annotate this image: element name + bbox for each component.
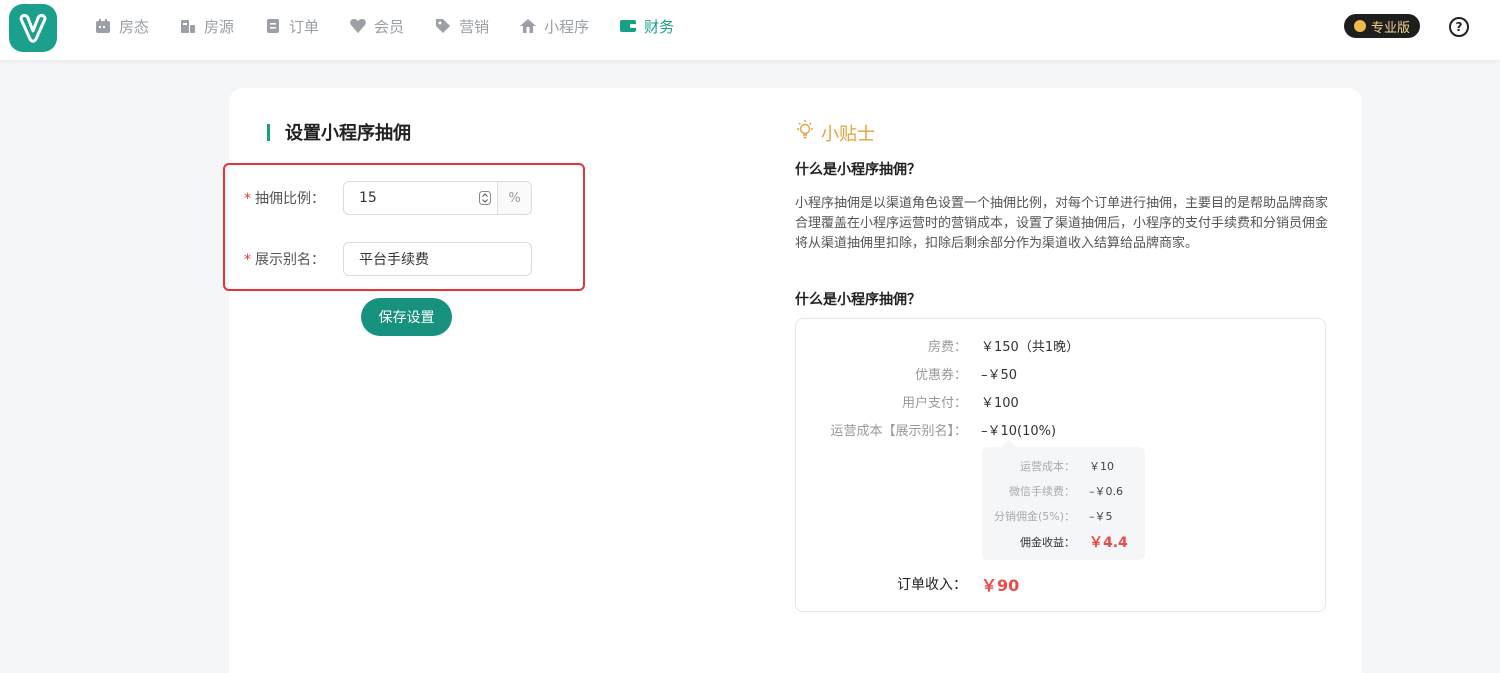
building-icon <box>179 17 197 35</box>
nav-item-room-status[interactable]: 房态 <box>94 16 149 37</box>
commission-rate-value: 15 <box>359 190 377 206</box>
main-nav: 房态 房源 订单 会员 营销 小程序 财务 <box>94 0 704 52</box>
top-navbar: 房态 房源 订单 会员 营销 小程序 财务 专业版 ? <box>0 0 1500 60</box>
commission-rate-input[interactable]: 15 % <box>343 181 532 215</box>
calendar-icon <box>94 17 112 35</box>
nav-item-orders[interactable]: 订单 <box>264 16 319 37</box>
v-logo-icon <box>19 14 47 43</box>
house-icon <box>519 17 537 35</box>
save-settings-button[interactable]: 保存设置 <box>361 298 452 336</box>
lightbulb-icon <box>795 119 815 146</box>
pro-version-badge[interactable]: 专业版 <box>1344 14 1420 38</box>
tag-icon <box>434 17 452 35</box>
calc-row: 用户支付： ￥100 <box>901 396 1019 411</box>
nav-item-listings[interactable]: 房源 <box>179 16 234 37</box>
heart-icon <box>349 17 367 35</box>
form-title: 设置小程序抽佣 <box>285 123 411 144</box>
help-icon[interactable]: ? <box>1449 17 1469 37</box>
breakdown-row: 微信手续费： –￥0.6 <box>1009 485 1123 498</box>
title-accent-bar <box>267 123 270 141</box>
tips-description: 小程序抽佣是以渠道角色设置一个抽佣比例，对每个订单进行抽佣，主要目的是帮助品牌商… <box>795 196 1329 251</box>
question-heading-1: 什么是小程序抽佣？ <box>795 159 921 182</box>
percent-unit: % <box>497 182 531 214</box>
nav-item-marketing[interactable]: 营销 <box>434 16 489 37</box>
nav-item-miniapp[interactable]: 小程序 <box>519 16 589 37</box>
nav-label: 小程序 <box>544 17 590 36</box>
breakdown-row: 运营成本： ￥10 <box>1020 460 1114 473</box>
tips-title: 小贴士 <box>795 119 875 146</box>
nav-label: 房态 <box>119 17 150 36</box>
order-income-row: 订单收入： ￥90 <box>897 576 1020 595</box>
calc-row: 优惠券： –￥50 <box>914 368 1018 383</box>
nav-label: 订单 <box>289 17 320 36</box>
nav-label: 房源 <box>204 17 235 36</box>
pro-badge-label: 专业版 <box>1370 20 1410 36</box>
commission-rate-label: * 抽佣比例： <box>244 191 325 207</box>
breakdown-row: 佣金收益： ￥4.4 <box>1020 535 1128 551</box>
tips-title-text: 小贴士 <box>821 123 875 145</box>
nav-item-members[interactable]: 会员 <box>349 16 404 37</box>
section-title: 设置小程序抽佣 <box>267 119 411 145</box>
number-stepper-icon[interactable] <box>473 182 497 214</box>
question-heading-2: 什么是小程序抽佣？ <box>795 289 921 312</box>
nav-label: 会员 <box>374 17 405 36</box>
display-alias-label: * 展示别名： <box>244 252 325 268</box>
cost-breakdown-box: 运营成本： ￥10 微信手续费： –￥0.6 分销佣金(5%)： –￥5 佣金收益： ￥… <box>982 440 1145 560</box>
nav-label: 财务 <box>644 17 675 36</box>
calculation-example: 房费： ￥150（共1晚） 优惠券： –￥50 用户支付： ￥100 运营成本【展示别… <box>795 318 1326 612</box>
app-logo[interactable] <box>9 4 57 52</box>
calc-row: 运营成本【展示别名】： –￥10(10%) <box>830 424 1057 439</box>
nav-label: 营销 <box>459 17 490 36</box>
nav-item-finance[interactable]: 财务 <box>619 16 674 37</box>
breakdown-row: 分销佣金(5%)： –￥5 <box>993 510 1113 523</box>
commission-rate-row: * 抽佣比例： 15 % <box>229 181 532 215</box>
wallet-icon <box>619 17 637 35</box>
settings-card: 设置小程序抽佣 * 抽佣比例： 15 % * 展示别名： 平台手续费 保存设置 小贴… <box>223 88 1362 673</box>
display-alias-input[interactable]: 平台手续费 <box>343 242 532 276</box>
calc-row: 房费： ￥150（共1晚） <box>927 340 1080 355</box>
display-alias-row: * 展示别名： 平台手续费 <box>229 242 532 276</box>
medal-icon <box>1353 20 1366 32</box>
clipboard-icon <box>264 17 282 35</box>
